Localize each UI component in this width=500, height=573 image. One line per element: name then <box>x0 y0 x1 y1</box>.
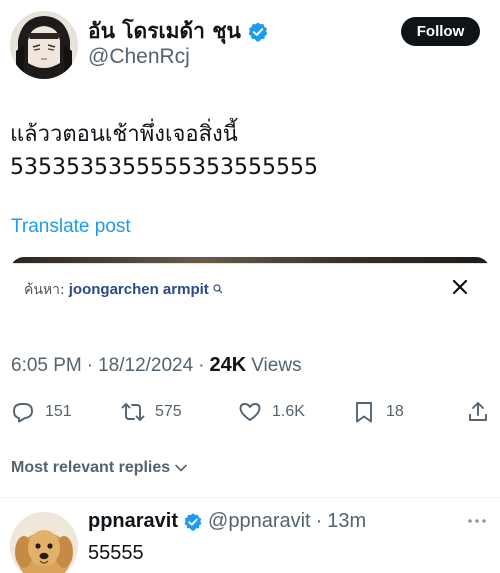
media-search-term: joongarchen armpit <box>68 281 209 298</box>
reply-text: 55555 <box>88 542 144 564</box>
reply-separator: · <box>315 510 323 532</box>
translate-post-link[interactable]: Translate post <box>11 216 131 238</box>
media-search-prefix: ค้นหา: <box>24 282 65 298</box>
post-media-image[interactable]: ค้นหา: joongarchen armpit <box>10 257 490 319</box>
reply-avatar[interactable] <box>10 512 78 573</box>
reply-icon <box>13 403 33 423</box>
verified-badge-icon <box>248 21 268 42</box>
bookmark-button[interactable]: 18 <box>352 400 404 424</box>
author-display-name[interactable]: อัน โดรเมด้า ชุน <box>88 15 241 48</box>
post-date[interactable]: 18/12/2024 <box>98 355 193 377</box>
post-text: แล้ววตอนเช้าพึ่งเจอสิ่งนี้ 5353535355555… <box>10 122 318 180</box>
more-options-icon[interactable] <box>466 514 488 528</box>
close-icon <box>452 279 468 295</box>
like-button[interactable]: 1.6K <box>238 400 305 424</box>
author-avatar[interactable] <box>10 11 78 79</box>
replies-sort-dropdown[interactable]: Most relevant replies <box>11 459 188 477</box>
repost-button[interactable]: 575 <box>121 400 182 424</box>
heart-icon <box>239 403 261 421</box>
views-count: 24K <box>209 354 247 376</box>
author-name-row: อัน โดรเมด้า ชุน <box>88 15 269 48</box>
chevron-down-icon <box>175 464 187 472</box>
golden-retriever-avatar-image <box>10 512 78 573</box>
meta-separator: · <box>86 355 94 376</box>
reply-time[interactable]: 13m <box>327 510 366 533</box>
reply-display-name[interactable]: ppnaravit <box>88 510 178 533</box>
reply-button[interactable]: 151 <box>11 400 72 424</box>
media-search-row: ค้นหา: joongarchen armpit <box>24 279 223 301</box>
repost-count: 575 <box>155 403 182 420</box>
divider <box>0 497 500 498</box>
reply-header: ppnaravit @ppnaravit · 13m <box>88 510 366 533</box>
action-bar: 151 575 1.6K 18 <box>11 400 491 426</box>
author-handle[interactable]: @ChenRcj <box>88 45 190 69</box>
verified-badge-icon <box>184 512 202 531</box>
post-time[interactable]: 6:05 PM <box>11 355 82 377</box>
repost-icon <box>121 403 145 421</box>
share-icon <box>469 402 487 421</box>
views-label: Views <box>251 355 302 376</box>
bookmark-count: 18 <box>386 403 404 420</box>
replies-sort-label: Most relevant replies <box>11 459 171 476</box>
bookmark-icon <box>356 402 372 423</box>
like-count: 1.6K <box>272 403 305 420</box>
search-icon <box>213 284 223 294</box>
anime-character-avatar-image <box>10 11 78 79</box>
post-meta: 6:05 PM · 18/12/2024 · 24K Views <box>11 354 302 377</box>
follow-button[interactable]: Follow <box>401 17 480 46</box>
share-button[interactable] <box>466 400 490 424</box>
reply-count: 151 <box>45 403 72 420</box>
reply-handle[interactable]: @ppnaravit <box>208 510 311 533</box>
meta-separator: · <box>198 355 205 376</box>
